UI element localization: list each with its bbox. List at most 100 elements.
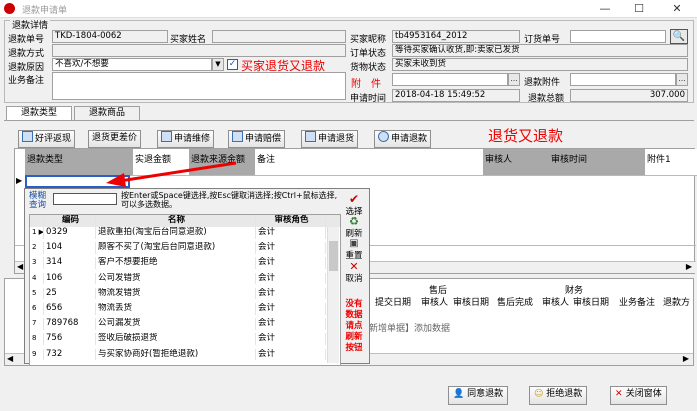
popup-table: 编码 名称 审核角色 1 ▶ 0329 退款重拍(淘宝后台同意退款) 会计 2 104 顾客…	[29, 214, 341, 366]
refund-button[interactable]: 申请退款	[374, 130, 432, 148]
approval-scroll-right-icon[interactable]: ▶	[683, 354, 689, 363]
compensation-button[interactable]: 申请赔偿	[228, 130, 286, 148]
approval-col-2: 审核人	[421, 298, 449, 308]
popup-row[interactable]: 1 ▶ 0329 退款重拍(淘宝后台同意退款) 会计	[30, 227, 327, 239]
buyer-return-checkbox[interactable]: ✓	[227, 59, 238, 70]
reject-icon: ☺	[534, 389, 547, 399]
buyer-nick-field[interactable]: tb4953164_2012	[392, 30, 520, 43]
no-data-note: 没有 数据 请点 刷新 按钮	[345, 299, 363, 353]
popup-refresh-button[interactable]: ♻ 刷新	[339, 216, 369, 239]
approval-col-3: 审核日期	[453, 298, 490, 308]
popup-col-name: 名称	[96, 215, 256, 227]
mail-icon	[161, 131, 172, 142]
repair-button[interactable]: 申请维修	[157, 130, 215, 148]
popup-row[interactable]: 7 789768 公司漏发货 会计	[30, 318, 327, 330]
approval-col-7: 业务备注	[619, 298, 656, 308]
popup-vscrollbar[interactable]	[327, 227, 339, 363]
popup-cancel-button[interactable]: ✕ 取消	[339, 261, 369, 284]
popup-cell-marker: 5	[30, 287, 44, 300]
popup-row[interactable]: 2 104 顾客不买了(淘宝后台同意退款) 会计	[30, 242, 327, 254]
search-icon[interactable]: 🔍	[670, 29, 688, 44]
refund-reason-select[interactable]: 不喜欢/不想要	[52, 58, 212, 71]
popup-cell-name: 与买家协商好(暂拒绝退款)	[96, 348, 256, 361]
refund-no-label: 退款单号	[8, 35, 45, 45]
order-no-field[interactable]	[570, 30, 666, 43]
popup-cell-name: 公司发错货	[96, 272, 256, 285]
approval-scroll-left-icon[interactable]: ◀	[7, 354, 13, 363]
popup-row[interactable]: 5 25 物流发错货 会计	[30, 287, 327, 300]
good-review-button[interactable]: 好评返现	[18, 130, 76, 148]
popup-cell-role: 会计	[256, 348, 326, 361]
attachment-label: 附 件	[351, 79, 381, 90]
popup-cell-marker: 7	[30, 318, 44, 330]
close-button[interactable]: ✕	[662, 1, 692, 17]
approval-col-5: 审核人	[542, 298, 570, 308]
popup-cell-code: 656	[44, 303, 96, 315]
refund-type-picker: 模糊 查询 按Enter或Space键选择,按Esc键取消选择;按Ctrl+鼠标…	[24, 188, 370, 366]
popup-row[interactable]: 9 732 与买家协商好(暂拒绝退款) 会计	[30, 348, 327, 361]
refund-method-field[interactable]	[52, 44, 346, 57]
checkmark-icon: ✔	[348, 192, 360, 206]
refund-method-label: 退款方式	[8, 49, 45, 59]
popup-col-code: 编码	[44, 215, 96, 227]
minimize-button[interactable]: —	[590, 1, 620, 17]
tab-refund-goods[interactable]: 退款商品	[74, 106, 140, 121]
approval-col-4: 售后完成	[497, 298, 534, 308]
change-price-button[interactable]: 退货更差价	[88, 130, 142, 148]
reset-icon: ▣	[349, 238, 359, 249]
refund-total-field: 307.000	[570, 89, 688, 102]
popup-cell-marker: 8	[30, 333, 44, 346]
chevron-down-icon[interactable]: ▼	[212, 58, 224, 71]
reject-refund-button[interactable]: ☺ 拒绝退款	[529, 386, 588, 405]
window-title: 退款申请单	[22, 6, 68, 16]
popup-cell-role: 会计	[256, 303, 326, 315]
memo-label: 业务备注	[8, 76, 45, 86]
popup-cell-name: 物流丢货	[96, 303, 256, 315]
popup-row[interactable]: 6 656 物流丢货 会计	[30, 303, 327, 315]
popup-cell-name: 签收后破损退货	[96, 333, 256, 346]
popup-cell-role: 会计	[256, 272, 326, 285]
popup-search-input[interactable]	[53, 193, 117, 205]
popup-reset-button[interactable]: ▣ 重置	[339, 238, 369, 262]
popup-scroll-thumb[interactable]	[329, 241, 338, 271]
popup-cell-code: 789768	[44, 318, 96, 330]
scroll-right-icon[interactable]: ▶	[686, 262, 692, 271]
popup-cell-role: 会计	[256, 287, 326, 300]
refund-attachment-browse-button[interactable]: …	[676, 73, 688, 86]
return-button[interactable]: 申请退货	[301, 130, 359, 148]
refund-no-field[interactable]: TKD-1804-0062	[52, 30, 168, 43]
popup-cell-code: 25	[44, 287, 96, 300]
add-data-hint: 新增单据】添加数据	[369, 324, 451, 334]
popup-row[interactable]: 4 106 公司发错货 会计	[30, 272, 327, 285]
person-icon: 👤	[453, 389, 468, 399]
agree-refund-button[interactable]: 👤 同意退款	[448, 386, 509, 405]
goods-status-label: 货物状态	[350, 63, 387, 73]
maximize-button[interactable]: ☐	[624, 1, 654, 17]
tab-bar: 退款类型 退款商品	[4, 106, 694, 121]
toolbar: 好评返现 退货更差价 申请维修 申请赔偿 申请退货 申请退款	[4, 120, 694, 148]
popup-cell-marker: 2	[30, 242, 44, 254]
popup-hint: 按Enter或Space键选择,按Esc键取消选择;按Ctrl+鼠标选择,可以多…	[121, 191, 338, 209]
popup-row[interactable]: 8 756 签收后破损退货 会计	[30, 333, 327, 346]
review-icon	[22, 131, 33, 142]
memo-textarea[interactable]	[52, 72, 346, 100]
tab-refund-type[interactable]: 退款类型	[6, 106, 72, 121]
attachment-field[interactable]	[392, 73, 508, 86]
popup-cell-role: 会计	[256, 333, 326, 346]
refund-icon	[378, 131, 389, 142]
refund-attachment-field[interactable]	[570, 73, 676, 86]
scroll-left-icon[interactable]: ◀	[17, 262, 23, 271]
popup-table-header: 编码 名称 审核角色	[30, 215, 340, 227]
close-window-button[interactable]: ✕ 关闭窗体	[610, 386, 667, 405]
popup-cell-marker: 6	[30, 303, 44, 315]
approval-col-8: 退款方	[663, 298, 691, 308]
popup-row[interactable]: 3 314 客户不想要拒绝 会计	[30, 257, 327, 270]
popup-cell-marker: 3	[30, 257, 44, 270]
col-remark: 备注	[255, 149, 486, 176]
popup-cell-code: 104	[44, 242, 96, 254]
buyer-name-field[interactable]	[212, 30, 346, 43]
annotation-text: 退货又退款	[488, 127, 564, 145]
attachment-browse-button[interactable]: …	[508, 73, 520, 86]
popup-cell-name: 退款重拍(淘宝后台同意退款)	[96, 227, 256, 239]
popup-select-button[interactable]: ✔ 选择	[339, 193, 369, 217]
